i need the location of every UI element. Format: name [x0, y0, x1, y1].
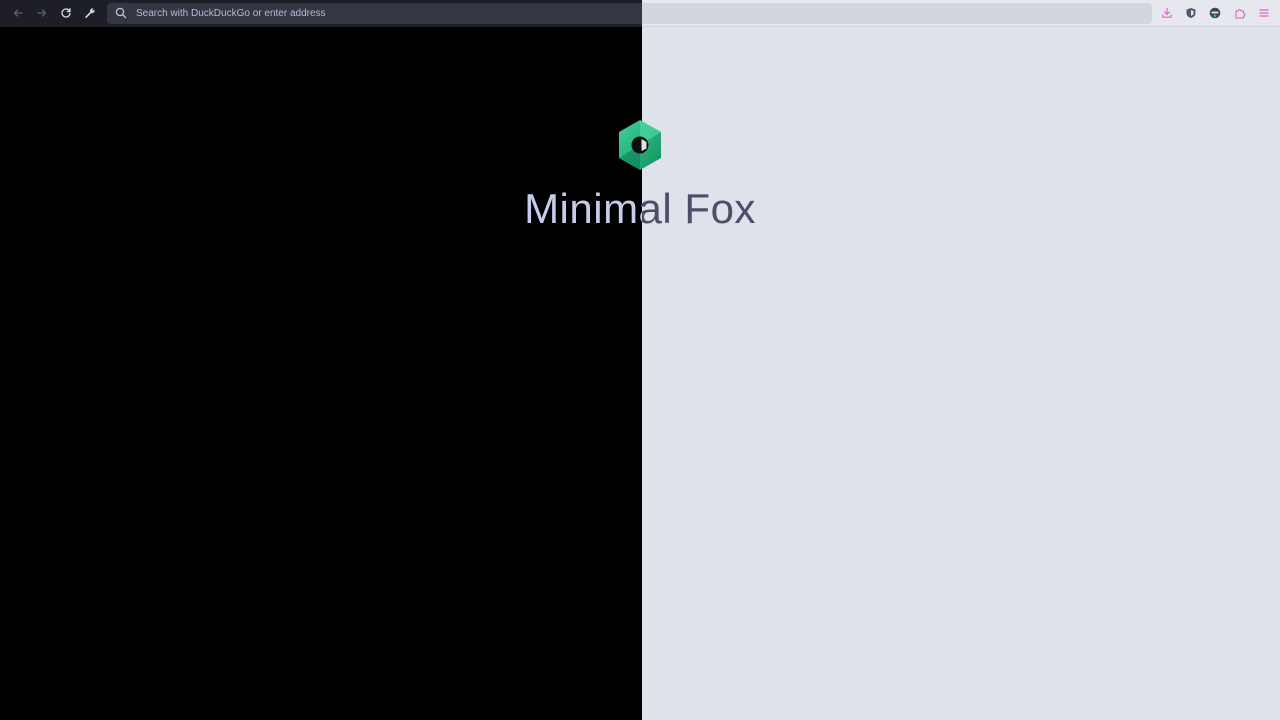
reload-button[interactable] [57, 4, 75, 22]
downloads-button[interactable] [1158, 4, 1176, 22]
forward-arrow-icon [37, 9, 47, 17]
url-bar-light-half[interactable] [642, 3, 1152, 24]
account-button[interactable] [1206, 4, 1224, 22]
light-theme-preview [642, 0, 1280, 720]
back-arrow-icon [13, 9, 23, 17]
page-title-dark-half: Minimal Fox [0, 183, 642, 235]
back-button[interactable] [9, 4, 27, 22]
page-title-text-light: Minimal Fox [642, 185, 756, 232]
minimal-fox-logo-icon [619, 120, 661, 170]
hamburger-menu-icon [1259, 9, 1269, 17]
shield-icon [1186, 8, 1196, 18]
wrench-icon [85, 8, 95, 18]
page-title: Minimal Fox Minimal Fox [0, 183, 1280, 235]
navigation-toolbar: Search with DuckDuckGo or enter address [0, 0, 1280, 27]
browser-window: Search with DuckDuckGo or enter address [0, 0, 1280, 720]
menu-button[interactable] [1255, 4, 1273, 22]
extensions-button[interactable] [1231, 4, 1249, 22]
account-icon [1209, 7, 1221, 19]
url-bar-placeholder: Search with DuckDuckGo or enter address [136, 8, 326, 19]
page-title-text: Minimal Fox [524, 185, 642, 232]
forward-button[interactable] [33, 4, 51, 22]
search-icon [115, 7, 127, 19]
reload-icon [61, 8, 71, 18]
dark-theme-preview [0, 0, 642, 720]
customize-button[interactable] [81, 4, 99, 22]
download-icon [1162, 7, 1172, 18]
shield-button[interactable] [1182, 4, 1200, 22]
puzzle-icon [1235, 9, 1246, 19]
page-title-light-half: Minimal Fox [642, 183, 1280, 235]
